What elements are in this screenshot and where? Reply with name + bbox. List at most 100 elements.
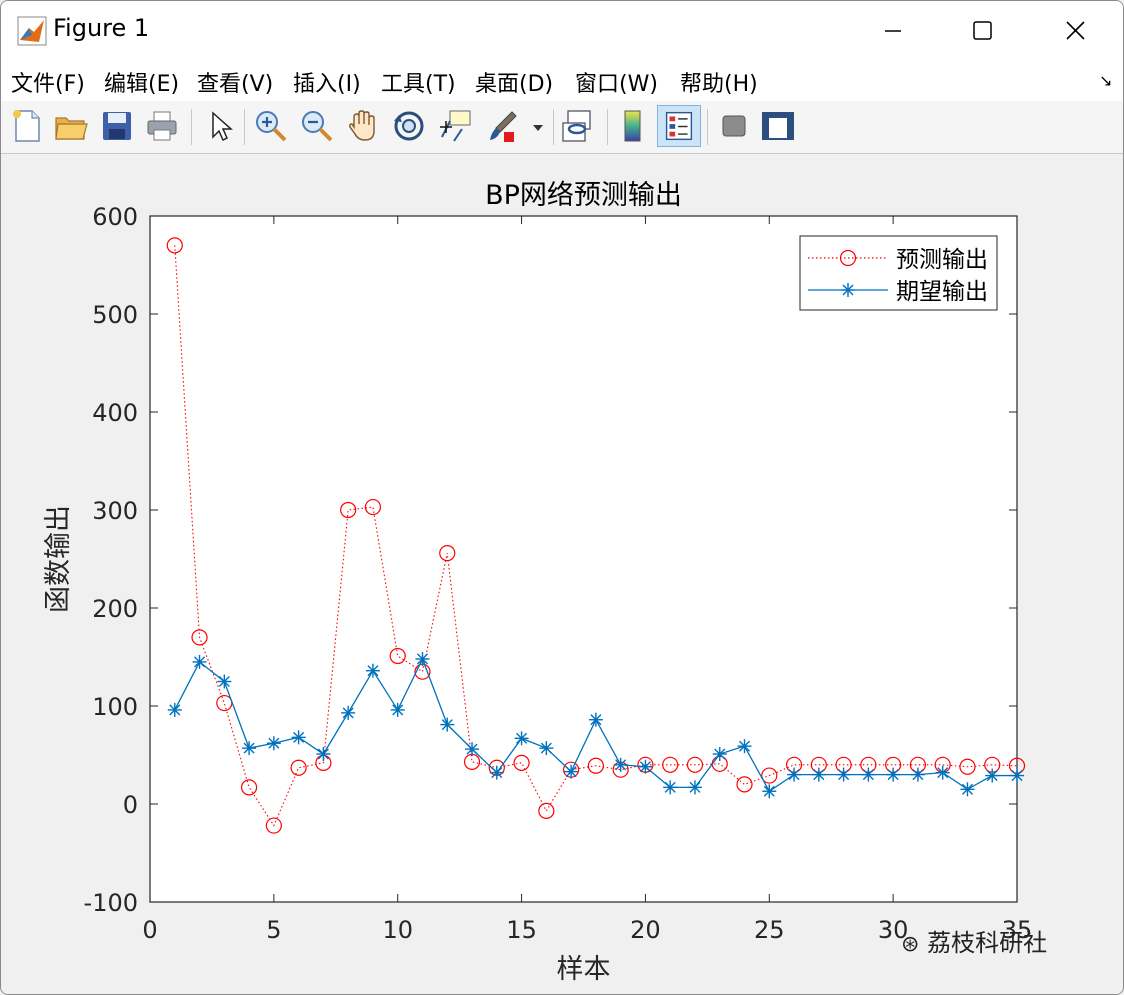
toolbar-separator: [191, 109, 192, 145]
menu-tools[interactable]: 工具(T): [381, 66, 456, 98]
menu-edit[interactable]: 编辑(E): [104, 66, 179, 98]
data-cursor-icon[interactable]: [436, 107, 474, 145]
brush-icon[interactable]: [484, 107, 522, 145]
data-point-asterisk: [291, 730, 306, 745]
data-point-asterisk: [861, 767, 876, 782]
figure-window: Figure 1 文件(F) 编辑(E) 查看(V) 插入(I) 工具(T) 桌…: [0, 0, 1124, 995]
plot-svg: 0 5 10 15 20 25 30 35 -1000100200300400500600 B…: [43, 180, 1032, 985]
data-point-asterisk: [390, 702, 405, 717]
x-tick-label: 20: [630, 916, 661, 944]
x-tick-label: 25: [754, 916, 785, 944]
data-point-asterisk: [415, 651, 430, 666]
show-plot-tools-icon[interactable]: [759, 107, 797, 145]
legend-label: 预测输出: [896, 247, 988, 273]
data-point-asterisk: [712, 747, 727, 762]
toolbar-separator: [244, 109, 245, 145]
matlab-icon: [17, 16, 47, 46]
data-point-asterisk: [613, 757, 628, 772]
y-axis-label: 函数输出: [43, 505, 74, 613]
x-tick-labels: 0 5 10 15 20 25 30 35: [142, 916, 1032, 944]
toolbar-separator: [607, 109, 608, 145]
y-tick-label: -100: [84, 889, 138, 917]
colorbar-icon[interactable]: [614, 107, 652, 145]
toolbar-separator: [553, 109, 554, 145]
menu-file[interactable]: 文件(F): [11, 66, 85, 98]
data-point-asterisk: [985, 768, 1000, 783]
axes-box[interactable]: [149, 215, 1018, 903]
legend-label: 期望输出: [896, 279, 988, 305]
x-tick-label: 0: [142, 916, 157, 944]
watermark-text: ⊛ 荔枝科研社: [901, 923, 1047, 958]
wechat-icon: ⊛: [901, 932, 920, 957]
watermark-label: 荔枝科研社: [927, 929, 1048, 957]
menu-help[interactable]: 帮助(H): [680, 66, 758, 98]
data-point-asterisk: [316, 747, 331, 762]
link-plot-icon[interactable]: [559, 107, 597, 145]
legend[interactable]: 预测输出期望输出: [799, 235, 998, 311]
data-point-asterisk: [836, 767, 851, 782]
y-tick-label: 0: [123, 791, 138, 819]
data-point-asterisk: [841, 283, 855, 297]
data-point-asterisk: [737, 739, 752, 754]
y-tick-label: 600: [92, 203, 138, 231]
y-tick-label: 300: [92, 497, 138, 525]
menu-window[interactable]: 窗口(W): [575, 66, 658, 98]
data-point-asterisk: [341, 705, 356, 720]
data-point-asterisk: [910, 767, 925, 782]
data-point-asterisk: [440, 717, 455, 732]
data-point-asterisk: [514, 731, 529, 746]
data-point-asterisk: [687, 780, 702, 795]
open-icon[interactable]: [52, 107, 90, 145]
x-tick-label: 10: [382, 916, 413, 944]
pointer-icon[interactable]: [201, 107, 239, 145]
data-point-asterisk: [935, 765, 950, 780]
data-point-asterisk: [960, 782, 975, 797]
y-tick-label: 200: [92, 595, 138, 623]
menu-view[interactable]: 查看(V): [197, 66, 273, 98]
y-tick-label: 100: [92, 693, 138, 721]
data-point-asterisk: [266, 736, 281, 751]
data-point-asterisk: [167, 702, 182, 717]
window-title: Figure 1: [53, 14, 150, 42]
maximize-button[interactable]: [959, 11, 1005, 51]
data-point-asterisk: [811, 767, 826, 782]
menu-desktop[interactable]: 桌面(D): [475, 66, 553, 98]
x-axis-label: 样本: [557, 954, 611, 985]
menu-bar: 文件(F) 编辑(E) 查看(V) 插入(I) 工具(T) 桌面(D) 窗口(W…: [1, 59, 1123, 101]
data-point-asterisk: [192, 654, 207, 669]
data-point-asterisk: [886, 767, 901, 782]
rotate-3d-icon[interactable]: [390, 107, 428, 145]
data-point-asterisk: [787, 767, 802, 782]
menu-insert[interactable]: 插入(I): [293, 66, 361, 98]
data-point-asterisk: [588, 712, 603, 727]
x-tick-label: 15: [506, 916, 537, 944]
chart-title: BP网络预测输出: [485, 180, 682, 211]
print-icon[interactable]: [143, 107, 181, 145]
data-point-asterisk: [1010, 768, 1024, 783]
new-figure-icon[interactable]: [8, 107, 46, 145]
data-point-asterisk: [663, 780, 678, 795]
data-point-asterisk: [217, 674, 232, 689]
toolbar-separator: [707, 109, 708, 145]
data-point-asterisk: [762, 784, 777, 799]
data-point-asterisk: [465, 742, 480, 757]
zoom-out-icon[interactable]: [298, 107, 336, 145]
data-point-asterisk: [638, 759, 653, 774]
dock-arrow-icon[interactable]: ↘: [1099, 71, 1112, 90]
y-tick-label: 500: [92, 301, 138, 329]
close-button[interactable]: [1052, 11, 1098, 51]
minimize-button[interactable]: [869, 11, 915, 51]
dropdown-arrow-icon[interactable]: [527, 107, 549, 145]
figure-canvas[interactable]: 0 5 10 15 20 25 30 35 -100 0 100 200 300 400 500 600 B…: [1, 154, 1123, 994]
legend-icon[interactable]: [657, 105, 701, 147]
save-icon[interactable]: [98, 107, 136, 145]
pan-hand-icon[interactable]: [344, 107, 382, 145]
hide-plot-tools-icon[interactable]: [715, 107, 753, 145]
data-point-asterisk: [489, 765, 504, 780]
title-bar: Figure 1: [1, 1, 1123, 59]
y-tick-label: 400: [92, 399, 138, 427]
zoom-in-icon[interactable]: [252, 107, 290, 145]
y-tick-labels: -100 0 100 200 300 400 500 600: [84, 203, 138, 917]
figure-toolbar: [1, 101, 1123, 154]
x-tick-label: 5: [266, 916, 281, 944]
